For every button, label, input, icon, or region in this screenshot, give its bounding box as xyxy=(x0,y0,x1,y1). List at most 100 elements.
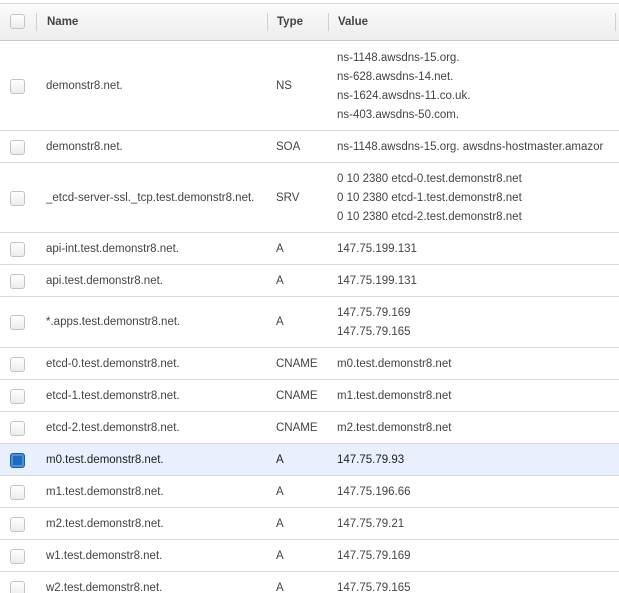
record-value-line: m2.test.demonstr8.net xyxy=(337,422,452,434)
record-type: NS xyxy=(276,80,292,92)
table-row[interactable]: etcd-2.test.demonstr8.net. CNAME m2.test.d… xyxy=(0,412,619,444)
record-value-line: ns-628.awsdns-14.net. xyxy=(337,71,454,83)
record-name: w1.test.demonstr8.net. xyxy=(46,550,163,562)
record-value-line: 147.75.199.131 xyxy=(337,243,417,255)
row-checkbox[interactable] xyxy=(10,485,25,500)
record-type: A xyxy=(276,518,284,530)
record-value-line: 147.75.199.131 xyxy=(337,275,417,287)
record-name: w2.test.demonstr8.net. xyxy=(46,582,163,593)
column-divider xyxy=(36,13,37,31)
record-name: etcd-0.test.demonstr8.net. xyxy=(46,358,180,370)
record-value-line: 147.75.79.21 xyxy=(337,518,405,530)
record-value: 147.75.196.66 xyxy=(337,483,411,502)
record-value-line: 147.75.196.66 xyxy=(337,486,411,498)
table-row[interactable]: _etcd-server-ssl._tcp.test.demonstr8.net… xyxy=(0,163,619,233)
record-name: demonstr8.net. xyxy=(46,141,123,153)
record-name: demonstr8.net. xyxy=(46,80,123,92)
table-row[interactable]: demonstr8.net. SOA ns-1148.awsdns-15.org. … xyxy=(0,131,619,163)
record-value-line: 0 10 2380 etcd-1.test.demonstr8.net xyxy=(337,192,522,204)
row-checkbox[interactable] xyxy=(10,315,25,330)
record-name: _etcd-server-ssl._tcp.test.demonstr8.net… xyxy=(46,192,255,204)
row-checkbox[interactable] xyxy=(10,549,25,564)
record-value: 0 10 2380 etcd-0.test.demonstr8.net 0 10 … xyxy=(337,170,522,227)
record-value-line: ns-1624.awsdns-11.co.uk. xyxy=(337,90,471,102)
table-row[interactable]: api-int.test.demonstr8.net. A 147.75.199.1… xyxy=(0,233,619,265)
row-checkbox[interactable] xyxy=(10,357,25,372)
record-value: m0.test.demonstr8.net xyxy=(337,355,451,374)
record-value-line: ns-403.awsdns-50.com. xyxy=(337,109,460,121)
select-all-checkbox[interactable] xyxy=(10,14,25,29)
table-header: Name Type Value xyxy=(0,4,619,41)
record-value-line: m0.test.demonstr8.net xyxy=(337,358,452,370)
row-checkbox[interactable] xyxy=(10,453,25,468)
record-value: 147.75.79.169 xyxy=(337,547,411,566)
table-row[interactable]: w2.test.demonstr8.net. A 147.75.79.165 xyxy=(0,572,619,593)
row-checkbox[interactable] xyxy=(10,242,25,257)
record-value-line: m1.test.demonstr8.net xyxy=(337,390,452,402)
table-row[interactable]: m0.test.demonstr8.net. A 147.75.79.93 xyxy=(0,444,619,476)
table-row[interactable]: w1.test.demonstr8.net. A 147.75.79.169 xyxy=(0,540,619,572)
table-row[interactable]: m2.test.demonstr8.net. A 147.75.79.21 xyxy=(0,508,619,540)
column-divider[interactable] xyxy=(615,13,616,31)
column-header-name[interactable]: Name xyxy=(47,4,78,41)
record-type: SRV xyxy=(276,192,300,204)
record-value: m2.test.demonstr8.net xyxy=(337,419,451,438)
table-row[interactable]: *.apps.test.demonstr8.net. A 147.75.79.169… xyxy=(0,297,619,348)
record-name: api-int.test.demonstr8.net. xyxy=(46,243,179,255)
record-type: A xyxy=(276,316,284,328)
record-type: SOA xyxy=(276,141,301,153)
row-checkbox[interactable] xyxy=(10,581,25,593)
record-value: m1.test.demonstr8.net xyxy=(337,387,451,406)
record-value-line: ns-1148.awsdns-15.org. awsdns-hostmaster… xyxy=(337,141,604,153)
record-name: *.apps.test.demonstr8.net. xyxy=(46,316,181,328)
table-row[interactable]: demonstr8.net. NS ns-1148.awsdns-15.org. ns… xyxy=(0,42,619,131)
record-type: A xyxy=(276,582,284,593)
row-checkbox[interactable] xyxy=(10,517,25,532)
record-value-line: 147.75.79.165 xyxy=(337,582,411,593)
row-checkbox[interactable] xyxy=(10,389,25,404)
column-header-value[interactable]: Value xyxy=(338,4,368,41)
table-row[interactable]: api.test.demonstr8.net. A 147.75.199.131 xyxy=(0,265,619,297)
row-checkbox[interactable] xyxy=(10,79,25,94)
row-checkbox[interactable] xyxy=(10,140,25,155)
record-type: CNAME xyxy=(276,390,318,402)
column-divider[interactable] xyxy=(328,13,329,31)
row-checkbox[interactable] xyxy=(10,191,25,206)
record-value: 147.75.79.165 xyxy=(337,579,411,593)
record-type: A xyxy=(276,550,284,562)
record-value-line: 0 10 2380 etcd-0.test.demonstr8.net xyxy=(337,173,522,185)
column-header-type[interactable]: Type xyxy=(277,4,303,41)
record-type: CNAME xyxy=(276,358,318,370)
record-name: api.test.demonstr8.net. xyxy=(46,275,163,287)
record-name: m2.test.demonstr8.net. xyxy=(46,518,164,530)
record-type: CNAME xyxy=(276,422,318,434)
record-value: 147.75.199.131 xyxy=(337,272,417,291)
record-name: m1.test.demonstr8.net. xyxy=(46,486,164,498)
record-value: 147.75.79.93 xyxy=(337,451,404,470)
record-type: A xyxy=(276,454,284,466)
column-divider[interactable] xyxy=(267,13,268,31)
record-value: 147.75.79.169 147.75.79.165 xyxy=(337,304,411,342)
record-value-line: ns-1148.awsdns-15.org. xyxy=(337,52,460,64)
record-value-line: 147.75.79.165 xyxy=(337,326,411,338)
record-value: ns-1148.awsdns-15.org. ns-628.awsdns-14.n… xyxy=(337,49,470,125)
record-value: 147.75.79.21 xyxy=(337,515,404,534)
record-value-line: 147.75.79.169 xyxy=(337,550,411,562)
table-row[interactable]: m1.test.demonstr8.net. A 147.75.196.66 xyxy=(0,476,619,508)
record-value: ns-1148.awsdns-15.org. awsdns-hostmaster… xyxy=(337,138,603,157)
row-checkbox[interactable] xyxy=(10,421,25,436)
record-value-line: 0 10 2380 etcd-2.test.demonstr8.net xyxy=(337,211,522,223)
record-type: A xyxy=(276,275,284,287)
record-name: etcd-2.test.demonstr8.net. xyxy=(46,422,180,434)
dns-records-table: Name Type Value demonstr8.net. NS ns-1148.… xyxy=(0,0,619,593)
table-row[interactable]: etcd-0.test.demonstr8.net. CNAME m0.test.d… xyxy=(0,348,619,380)
table-row[interactable]: etcd-1.test.demonstr8.net. CNAME m1.test.d… xyxy=(0,380,619,412)
record-name: m0.test.demonstr8.net. xyxy=(46,454,164,466)
record-type: A xyxy=(276,243,284,255)
row-checkbox[interactable] xyxy=(10,274,25,289)
record-type: A xyxy=(276,486,284,498)
record-value: 147.75.199.131 xyxy=(337,240,417,259)
record-value-line: 147.75.79.93 xyxy=(337,454,405,466)
record-value-line: 147.75.79.169 xyxy=(337,307,411,319)
record-name: etcd-1.test.demonstr8.net. xyxy=(46,390,180,402)
